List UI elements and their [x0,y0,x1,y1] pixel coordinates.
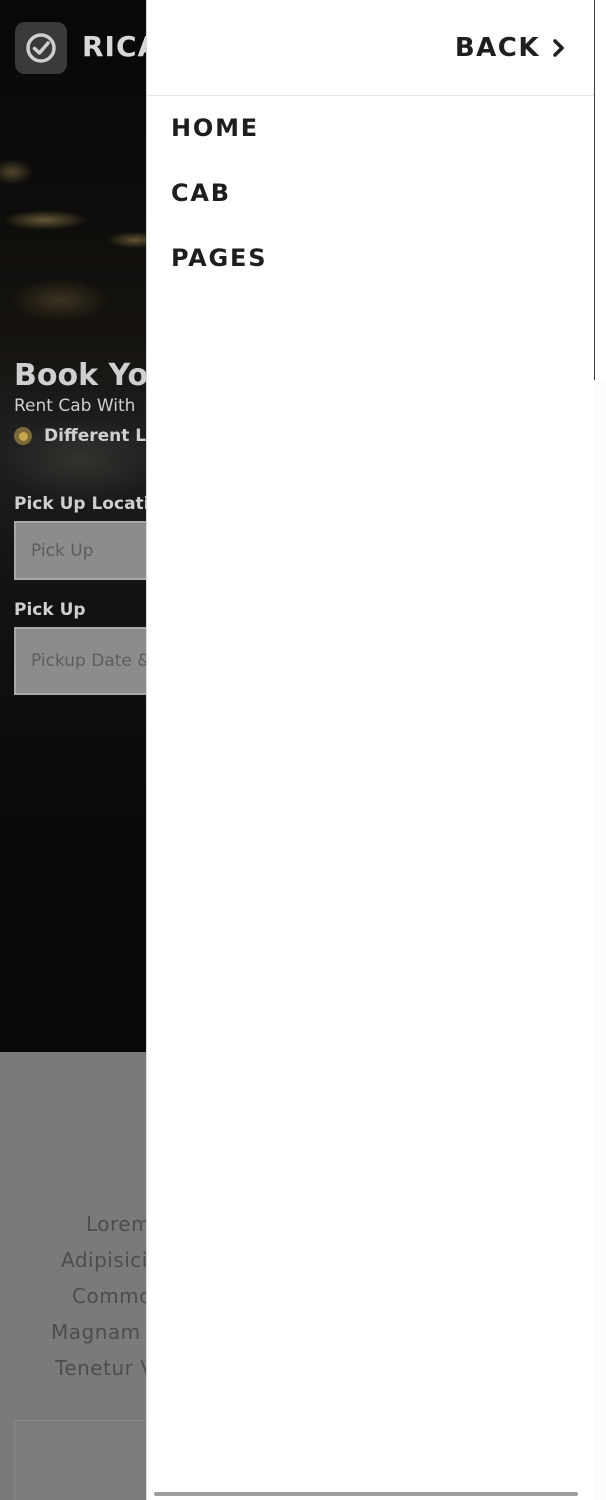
lorem-line: Adipisici [61,1248,148,1272]
drawer-edge [594,0,606,380]
lorem-line: Tenetur V [55,1356,155,1380]
lorem-line: Lorem [86,1212,152,1236]
chevron-right-icon [553,38,564,57]
horizontal-scrollbar[interactable] [154,1492,578,1496]
back-label: BACK [454,32,540,63]
pickup-location-placeholder: Pick Up [31,540,94,561]
mobile-menu-drawer: BACK HOME CAB PAGES [146,0,596,1500]
drawer-edge-lower [594,380,606,1500]
pickup-date-label: Pick Up [14,600,86,620]
menu-item-cab[interactable]: CAB [171,173,267,238]
hero-subtitle: Rent Cab With [14,396,136,416]
radio-option-label: Different Lo [44,426,158,446]
location-option[interactable]: Different Lo [14,426,158,446]
menu-item-home[interactable]: HOME [171,108,267,173]
pickup-date-placeholder: Pickup Date & [31,651,151,671]
menu-item-pages[interactable]: PAGES [171,238,267,303]
drawer-menu: HOME CAB PAGES [171,108,267,303]
back-button[interactable]: BACK [147,0,596,96]
pickup-location-label: Pick Up Locatic [14,494,160,514]
lorem-line: Commo [72,1284,152,1308]
lorem-line: Magnam [51,1320,141,1344]
radio-button[interactable] [14,427,32,445]
logo-badge[interactable] [15,22,67,74]
check-circle-icon [26,33,56,63]
